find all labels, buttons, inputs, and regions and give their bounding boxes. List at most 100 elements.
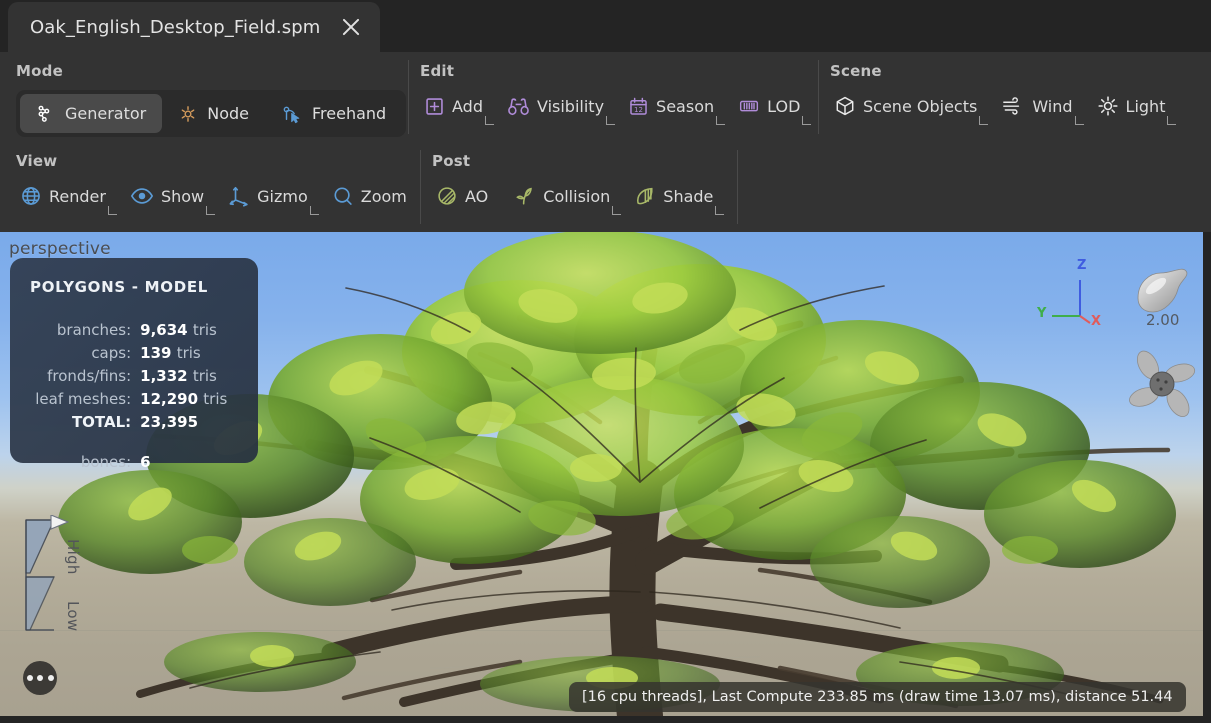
scene-label-light: Light [1125,96,1166,116]
stats-value: 12,290 tris [140,389,228,408]
table-row: leaf meshes: 12,290 tris [20,387,240,410]
sprout-icon [512,185,536,207]
stats-key: caps: [91,343,132,362]
axis-label-z: Z [1077,258,1087,273]
dropdown-corner-icon[interactable] [606,116,616,125]
tab-bar: Oak_English_Desktop_Field.spm [0,0,1211,52]
view-button-render[interactable]: Render [16,176,117,216]
toolbar: Mode Generator Node Freehand Edit Add Vi… [0,52,1211,261]
group-items-scene: Scene Objects Wind Light [830,86,1177,126]
edit-button-season[interactable]: 12 Season [624,86,726,126]
dropdown-corner-icon[interactable] [484,116,494,125]
edit-label-visibility: Visibility [536,96,605,116]
stats-value: 23,395 [140,412,199,431]
dropdown-corner-icon[interactable] [802,116,812,125]
group-label-view: View [16,152,58,170]
sun-icon [1097,95,1119,117]
view-button-show[interactable]: Show [126,176,216,216]
dropdown-corner-icon[interactable] [1167,116,1177,125]
axis-gizmo-widget[interactable]: Z Y X [1037,258,1108,329]
mode-label-freehand: Freehand [312,104,387,123]
group-items-post: AO Collision Shade [432,176,725,216]
dropdown-corner-icon[interactable] [612,206,622,215]
projection-label: perspective [9,239,111,259]
table-row: fronds/fins: 1,332 tris [20,364,240,387]
stats-value: 9,634 tris [140,320,217,339]
spacer-row [20,433,240,450]
view-button-gizmo[interactable]: Gizmo [224,176,319,216]
document-tab[interactable]: Oak_English_Desktop_Field.spm [8,2,380,52]
close-icon[interactable] [336,12,366,42]
light-intensity-value: 2.00 [1146,311,1180,329]
axis-label-x: X [1091,314,1102,329]
mode-label-generator: Generator [65,104,147,123]
mode-button-node[interactable]: Node [162,94,265,133]
lod-high-label: High [64,539,82,575]
scene-button-wind[interactable]: Wind [997,86,1084,126]
view-button-zoom[interactable]: Zoom [328,176,415,216]
scene-label-wind: Wind [1032,96,1073,116]
node-light-icon [178,104,198,124]
mode-label-node: Node [207,104,250,123]
leaf-shade-icon [634,185,656,207]
application-window: Oak_English_Desktop_Field.spm Mode Gener… [0,0,1211,723]
lod-slider[interactable]: High Low [24,515,86,655]
post-button-shade[interactable]: Shade [630,176,725,216]
ao-sphere-icon [436,185,458,207]
post-label-shade: Shade [663,186,714,206]
node-graph-icon [36,104,56,124]
edit-button-add[interactable]: Add [420,86,494,126]
status-bar: [16 cpu threads], Last Compute 233.85 ms… [569,682,1186,712]
toolbar-row-top: Mode Generator Node Freehand Edit Add Vi… [0,52,1211,142]
edit-button-visibility[interactable]: Visibility [503,86,616,126]
mode-button-generator[interactable]: Generator [20,94,163,133]
lod-low-label: Low [64,601,82,632]
toolbar-group-scene: Scene Scene Objects Wind Light [830,52,1200,142]
lod-slider-graphic[interactable] [24,515,86,655]
edit-label-season: Season [656,96,715,116]
stats-key: branches: [56,320,132,339]
dot [37,675,43,681]
post-button-collision[interactable]: Collision [508,176,622,216]
binoculars-icon [507,96,530,117]
fan-propeller-icon[interactable] [1122,347,1202,423]
dropdown-corner-icon[interactable] [979,116,989,125]
scene-button-light[interactable]: Light [1093,86,1177,126]
stats-title: POLYGONS - MODEL [30,278,209,296]
group-label-post: Post [432,152,471,170]
dropdown-corner-icon[interactable] [716,116,726,125]
cube-icon [834,95,856,117]
post-label-ao: AO [465,186,489,206]
stats-key-bones: bones: [80,452,132,471]
axis-gizmo-icon [228,185,250,207]
scene-label-scene-objects: Scene Objects [863,96,978,116]
stats-table: branches: 9,634 tris caps: 139 tris fron… [20,318,240,473]
dropdown-corner-icon[interactable] [715,206,725,215]
toolbar-group-view: View Render Show Gizmo Zoom [16,142,420,232]
scene-button-scene-objects[interactable]: Scene Objects [830,86,989,126]
lod-bars-icon [738,96,760,116]
view-label-zoom: Zoom [360,186,407,206]
dropdown-corner-icon[interactable] [107,206,117,215]
view-label-render: Render [49,186,106,206]
dropdown-corner-icon[interactable] [206,206,216,215]
edit-button-lod[interactable]: LOD [734,86,812,126]
stats-key: leaf meshes: [35,389,132,408]
window-edge-right [1203,232,1211,723]
toolbar-row-bottom: View Render Show Gizmo Zoom Post AO Coll… [0,142,1211,232]
window-edge-bottom [0,716,1211,723]
dropdown-corner-icon[interactable] [309,206,319,215]
globe-icon [20,185,42,207]
dot [26,675,33,681]
post-button-ao[interactable]: AO [432,176,496,216]
tab-title: Oak_English_Desktop_Field.spm [30,16,321,38]
fan-propeller-graphic [1129,350,1196,417]
group-items-view: Render Show Gizmo Zoom [16,176,415,216]
stats-key: fronds/fins: [47,366,132,385]
axis-label-y: Y [1037,306,1047,321]
group-label-edit: Edit [420,62,455,80]
mode-button-freehand[interactable]: Freehand [265,94,402,133]
dropdown-corner-icon[interactable] [1074,116,1084,125]
more-dots-icon[interactable] [23,661,57,695]
view-label-gizmo: Gizmo [257,186,308,206]
